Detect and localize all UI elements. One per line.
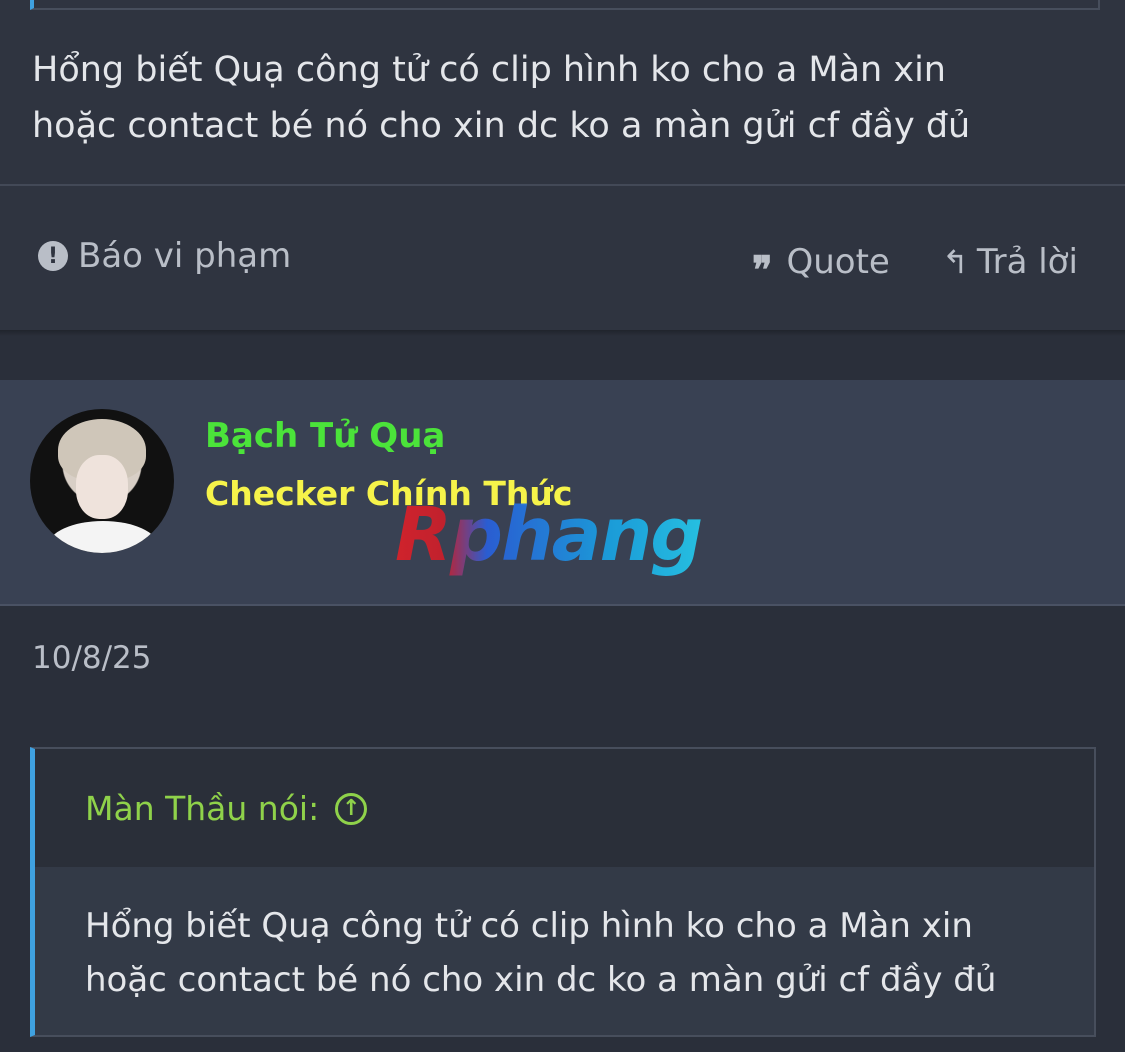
quote-header: Màn Thầu nói: ↑ [35, 749, 1094, 867]
username-link[interactable]: Bạch Tử Quạ [205, 416, 445, 456]
reply-button[interactable]: ↰ Trả lời [942, 242, 1078, 282]
quote-icon: ❞ [752, 247, 773, 292]
quote-body: Hổng biết Quạ công tử có clip hình ko ch… [85, 899, 1075, 1007]
previous-quote-block [30, 0, 1100, 10]
post-date[interactable]: 10/8/25 [32, 640, 152, 676]
avatar[interactable] [30, 409, 174, 553]
arrow-up-circle-icon[interactable]: ↑ [335, 792, 368, 825]
quote-author: Màn Thầu nói: ↑ [85, 789, 368, 828]
reply-arrow-icon: ↰ [942, 243, 969, 281]
post-user-header: Bạch Tử Quạ Checker Chính Thức Rphang [0, 380, 1125, 606]
quote-label: Quote [786, 242, 890, 282]
watermark-logo: Rphang [395, 492, 703, 578]
quote-line: hoặc contact bé nó cho xin dc ko a màn g… [85, 960, 997, 1000]
exclamation-circle-icon: ! [38, 241, 68, 271]
previous-post-body: Hổng biết Quạ công tử có clip hình ko ch… [32, 42, 1092, 154]
quote-line: Hổng biết Quạ công tử có clip hình ko ch… [85, 906, 973, 946]
quote-button[interactable]: ❞ Quote [752, 242, 890, 289]
report-label: Báo vi phạm [78, 236, 292, 276]
quote-author-label: Màn Thầu nói: [85, 789, 320, 828]
body-line: hoặc contact bé nó cho xin dc ko a màn g… [32, 106, 971, 146]
report-button[interactable]: ! Báo vi phạm [38, 236, 291, 276]
reply-label: Trả lời [976, 242, 1078, 282]
post-separator [0, 330, 1125, 336]
divider [0, 184, 1125, 186]
quote-block: Màn Thầu nói: ↑ Hổng biết Quạ công tử có… [30, 747, 1096, 1037]
body-line: Hổng biết Quạ công tử có clip hình ko ch… [32, 50, 946, 90]
